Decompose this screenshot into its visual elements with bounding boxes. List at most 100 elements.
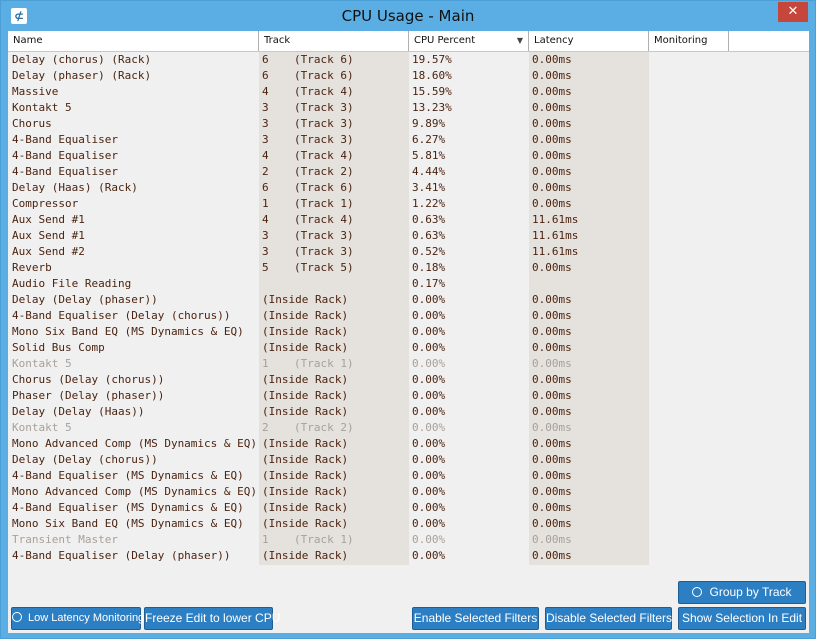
plugin-name-cell: Kontakt 5	[12, 421, 72, 434]
latency-cell: 0.00ms	[532, 197, 572, 210]
table-row[interactable]: 4-Band Equaliser 2 (Track 2) 4.44% 0.00ms	[8, 164, 809, 180]
plugin-name-cell: 4-Band Equaliser (Delay (chorus))	[12, 309, 231, 322]
track-number-cell: (Inside Rack)	[262, 501, 349, 514]
track-number-cell: 6	[262, 53, 269, 66]
latency-cell: 0.00ms	[532, 533, 572, 546]
column-header-latency[interactable]: Latency	[529, 31, 649, 51]
table-row[interactable]: Transient Master 1 (Track 1) 0.00% 0.00ms	[8, 532, 809, 548]
track-label-cell: (Track 3)	[294, 245, 354, 258]
latency-cell: 0.00ms	[532, 453, 572, 466]
low-latency-monitoring-toggle[interactable]: Low Latency Monitoring	[11, 607, 145, 630]
group-by-track-label: Group by Track	[709, 585, 792, 599]
column-header-name[interactable]: Name	[8, 31, 259, 51]
table-row[interactable]: 4-Band Equaliser 4 (Track 4) 5.81% 0.00ms	[8, 148, 809, 164]
table-row[interactable]: Kontakt 5 1 (Track 1) 0.00% 0.00ms	[8, 356, 809, 372]
table-row[interactable]: Delay (phaser) (Rack) 6 (Track 6) 18.60% 0.0…	[8, 68, 809, 84]
cpu-percent-cell: 0.00%	[412, 453, 446, 466]
track-label-cell: (Track 1)	[294, 533, 354, 546]
cpu-percent-cell: 0.18%	[412, 261, 446, 274]
table-row[interactable]: Mono Advanced Comp (MS Dynamics & EQ) (In…	[8, 484, 809, 500]
cpu-percent-cell: 1.22%	[412, 197, 446, 210]
table-row[interactable]: 4-Band Equaliser (Delay (chorus)) (Inside…	[8, 308, 809, 324]
table-row[interactable]: 4-Band Equaliser 3 (Track 3) 6.27% 0.00ms	[8, 132, 809, 148]
table-row[interactable]: 4-Band Equaliser (MS Dynamics & EQ) (Insi…	[8, 500, 809, 516]
table-row[interactable]: Chorus (Delay (chorus)) (Inside Rack) 0.00…	[8, 372, 809, 388]
column-header-track[interactable]: Track	[259, 31, 409, 51]
track-number-cell: (Inside Rack)	[262, 389, 349, 402]
table-row[interactable]: Delay (Delay (Haas)) (Inside Rack) 0.00% 0.…	[8, 404, 809, 420]
table-row[interactable]: Delay (Delay (chorus)) (Inside Rack) 0.00%…	[8, 452, 809, 468]
track-label-cell: (Track 6)	[294, 69, 354, 82]
column-header-label: CPU Percent	[414, 35, 476, 46]
cpu-percent-cell: 0.00%	[412, 517, 446, 530]
table-row[interactable]: Aux Send #1 4 (Track 4) 0.63% 11.61ms	[8, 212, 809, 228]
disable-selected-filters-button[interactable]: Disable Selected Filters	[545, 607, 672, 630]
track-label-cell: (Track 2)	[294, 165, 354, 178]
group-by-track-toggle[interactable]: Group by Track	[678, 581, 806, 604]
latency-cell: 0.00ms	[532, 133, 572, 146]
table-row[interactable]: Massive 4 (Track 4) 15.59% 0.00ms	[8, 84, 809, 100]
table-row[interactable]: Delay (chorus) (Rack) 6 (Track 6) 19.57% 0.0…	[8, 52, 809, 68]
plugin-name-cell: Mono Advanced Comp (MS Dynamics & EQ)	[12, 437, 258, 450]
table-row[interactable]: Chorus 3 (Track 3) 9.89% 0.00ms	[8, 116, 809, 132]
latency-cell: 0.00ms	[532, 357, 572, 370]
table-row[interactable]: Phaser (Delay (phaser)) (Inside Rack) 0.00…	[8, 388, 809, 404]
cpu-usage-window: ⊄ CPU Usage - Main ✕ Name Track CPU Perc…	[0, 0, 816, 639]
table-row[interactable]: Aux Send #1 3 (Track 3) 0.63% 11.61ms	[8, 228, 809, 244]
enable-selected-filters-button[interactable]: Enable Selected Filters	[412, 607, 539, 630]
track-number-cell: (Inside Rack)	[262, 485, 349, 498]
track-number-cell: 6	[262, 69, 269, 82]
cpu-percent-cell: 0.00%	[412, 485, 446, 498]
cpu-percent-cell: 0.63%	[412, 213, 446, 226]
plugin-name-cell: Solid Bus Comp	[12, 341, 105, 354]
plugin-name-cell: Reverb	[12, 261, 52, 274]
freeze-edit-button[interactable]: Freeze Edit to lower CPU	[144, 607, 280, 630]
plugin-name-cell: Delay (phaser) (Rack)	[12, 69, 152, 82]
plugin-name-cell: Phaser (Delay (phaser))	[12, 389, 165, 402]
latency-cell: 11.61ms	[532, 245, 579, 258]
track-label-cell: (Track 5)	[294, 261, 354, 274]
plugin-name-cell: 4-Band Equaliser (Delay (phaser))	[12, 549, 231, 562]
column-header-cpu-percent[interactable]: CPU Percent ▼	[409, 31, 529, 51]
show-selection-in-edit-button[interactable]: Show Selection In Edit	[678, 607, 806, 630]
track-number-cell: 6	[262, 181, 269, 194]
table-row[interactable]: Solid Bus Comp (Inside Rack) 0.00% 0.00ms	[8, 340, 809, 356]
table-row[interactable]: Delay (Haas) (Rack) 6 (Track 6) 3.41% 0.00ms	[8, 180, 809, 196]
table-row[interactable]: 4-Band Equaliser (MS Dynamics & EQ) (Insi…	[8, 468, 809, 484]
latency-cell: 0.00ms	[532, 437, 572, 450]
table-row[interactable]: Mono Advanced Comp (MS Dynamics & EQ) (In…	[8, 436, 809, 452]
plugin-name-cell: Transient Master	[12, 533, 118, 546]
column-header-label: Name	[13, 35, 43, 46]
table-row[interactable]: Kontakt 5 3 (Track 3) 13.23% 0.00ms	[8, 100, 809, 116]
column-header-monitoring[interactable]: Monitoring	[649, 31, 729, 51]
table-row[interactable]: Aux Send #2 3 (Track 3) 0.52% 11.61ms	[8, 244, 809, 260]
track-number-cell: (Inside Rack)	[262, 549, 349, 562]
plugin-name-cell: Delay (Delay (phaser))	[12, 293, 158, 306]
latency-cell: 0.00ms	[532, 53, 572, 66]
latency-cell: 0.00ms	[532, 293, 572, 306]
table-row[interactable]: Compressor 1 (Track 1) 1.22% 0.00ms	[8, 196, 809, 212]
table-row[interactable]: 4-Band Equaliser (Delay (phaser)) (Inside…	[8, 548, 809, 564]
table-row[interactable]: Reverb 5 (Track 5) 0.18% 0.00ms	[8, 260, 809, 276]
cpu-percent-cell: 3.41%	[412, 181, 446, 194]
track-label-cell: (Track 6)	[294, 181, 354, 194]
latency-cell: 0.00ms	[532, 117, 572, 130]
low-latency-monitoring-label: Low Latency Monitoring	[28, 612, 145, 624]
close-button[interactable]: ✕	[778, 2, 808, 22]
cpu-table[interactable]: Name Track CPU Percent ▼ Latency Monitori…	[8, 31, 809, 565]
table-row[interactable]: Kontakt 5 2 (Track 2) 0.00% 0.00ms	[8, 420, 809, 436]
table-row[interactable]: Mono Six Band EQ (MS Dynamics & EQ) (Insi…	[8, 516, 809, 532]
title-bar[interactable]: ⊄ CPU Usage - Main ✕	[1, 1, 815, 31]
plugin-name-cell: Kontakt 5	[12, 101, 72, 114]
track-label-cell: (Track 3)	[294, 133, 354, 146]
cpu-percent-cell: 5.81%	[412, 149, 446, 162]
plugin-name-cell: Aux Send #1	[12, 229, 85, 242]
cpu-percent-cell: 0.00%	[412, 421, 446, 434]
cpu-percent-cell: 19.57%	[412, 53, 452, 66]
track-number-cell: 3	[262, 117, 269, 130]
cpu-percent-cell: 0.00%	[412, 405, 446, 418]
latency-cell: 0.00ms	[532, 501, 572, 514]
table-row[interactable]: Delay (Delay (phaser)) (Inside Rack) 0.00%…	[8, 292, 809, 308]
table-row[interactable]: Mono Six Band EQ (MS Dynamics & EQ) (Insi…	[8, 324, 809, 340]
table-row[interactable]: Audio File Reading 0.17%	[8, 276, 809, 292]
